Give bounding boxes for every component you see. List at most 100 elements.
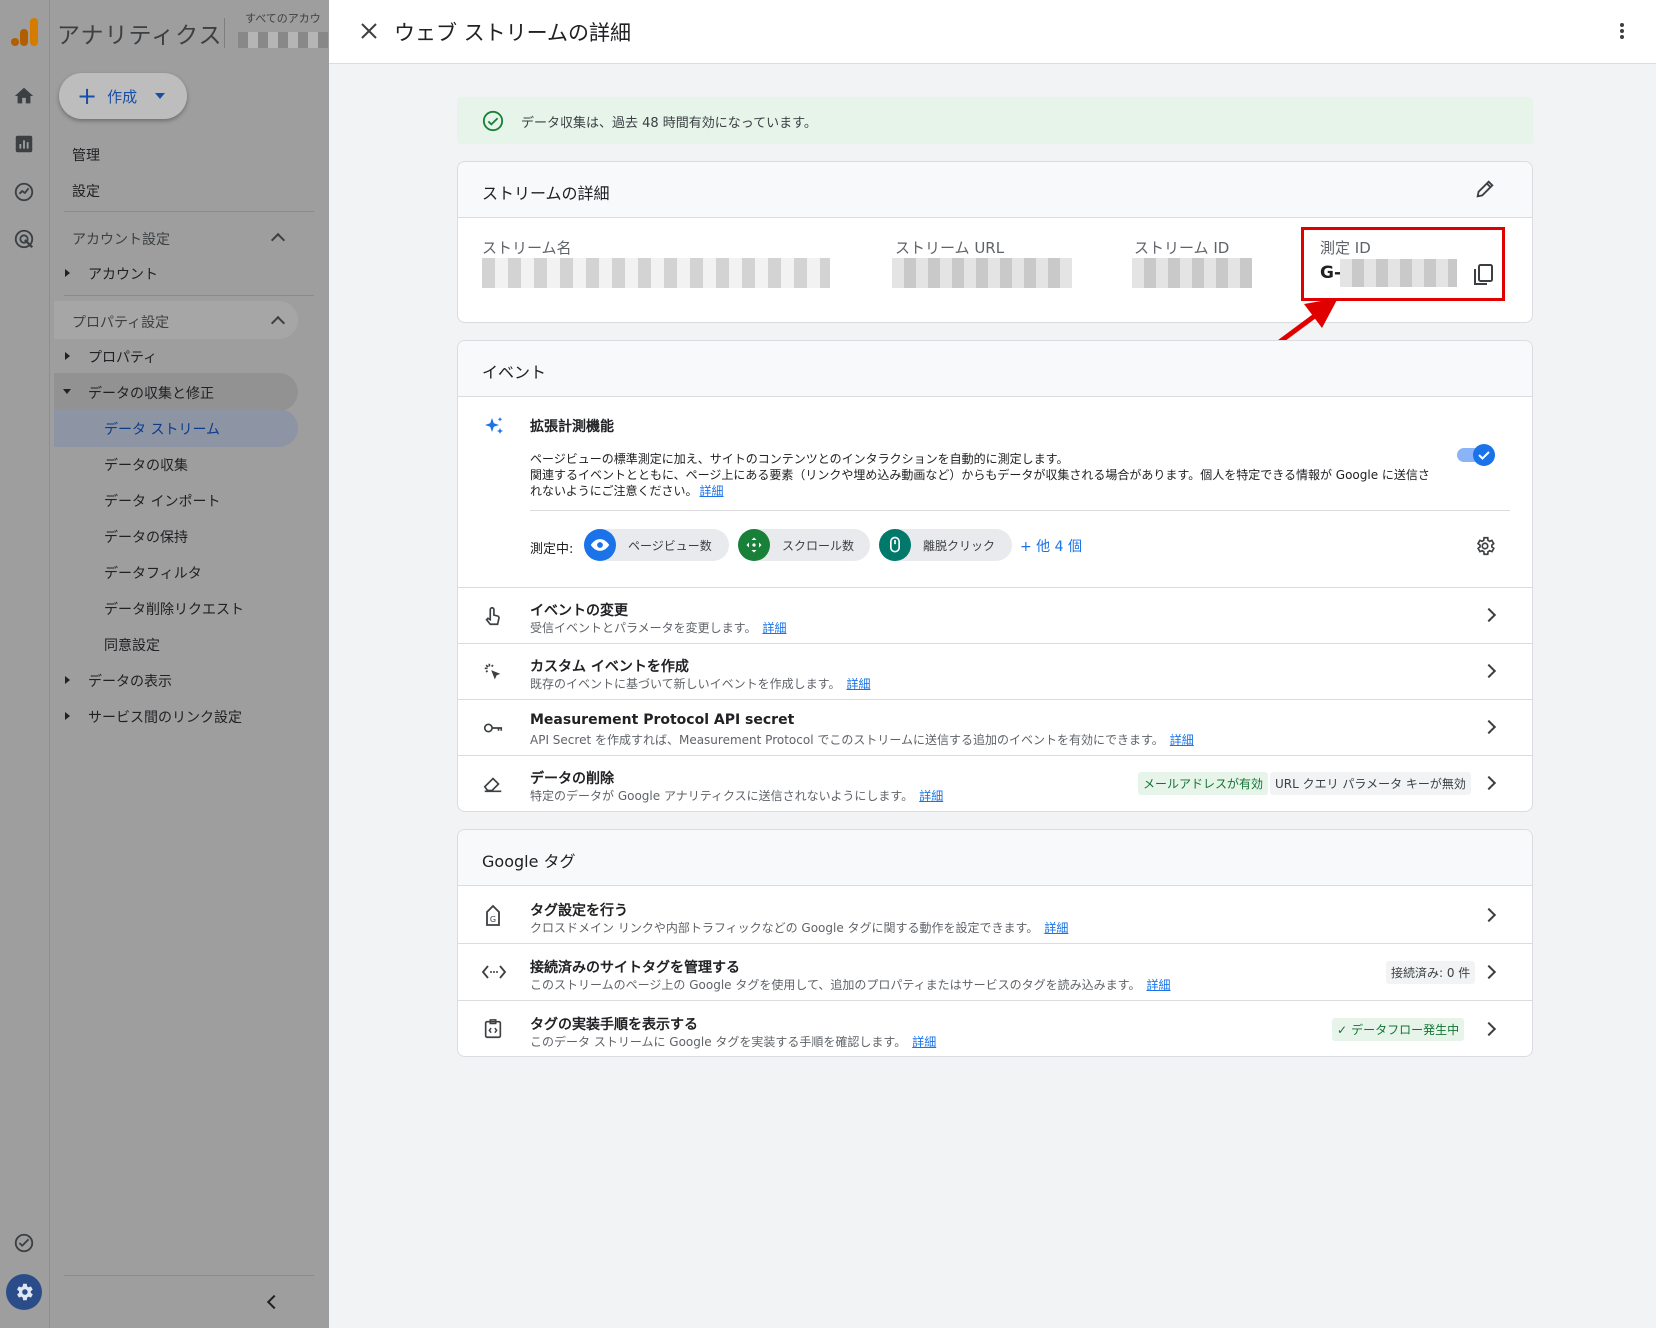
home-icon[interactable] [13, 85, 35, 107]
nav-settings[interactable]: 設定 [72, 181, 100, 201]
connected-count-badge: 接続済み: 0 件 [1386, 961, 1476, 984]
chevron-right-icon [1481, 607, 1497, 623]
manage-site-tags-link[interactable]: 詳細 [1146, 978, 1170, 992]
view-tag-instructions-desc-text: このデータ ストリームに Google タグを実装する手順を確認します。 [530, 1035, 907, 1049]
collapse-nav-icon[interactable] [266, 1294, 282, 1310]
divider [458, 943, 1532, 944]
eraser-icon [482, 773, 504, 795]
data-flowing-badge-text: データフロー発生中 [1351, 1023, 1460, 1037]
nav-divider [64, 211, 314, 212]
create-custom-event-desc: 既存のイベントに基づいて新しいイベントを作成します。 詳細 [530, 675, 870, 692]
dropdown-arrow-icon [155, 93, 166, 99]
nav-consent-settings[interactable]: 同意設定 [104, 635, 160, 655]
configure-tag-link[interactable]: 詳細 [1044, 921, 1068, 935]
nav-data-filters[interactable]: データフィルタ [104, 563, 202, 583]
divider [458, 643, 1532, 644]
enhanced-learn-more-link[interactable]: 詳細 [700, 484, 724, 498]
app-title: アナリティクス [57, 23, 223, 49]
more-events-link[interactable]: + 他 4 個 [1020, 536, 1082, 556]
chevron-right-icon [1481, 719, 1497, 735]
card-header [458, 162, 1532, 218]
data-redaction-title: データの削除 [530, 771, 614, 787]
data-flowing-badge: ✓ データフロー発生中 [1332, 1018, 1465, 1041]
chevron-right-icon [1481, 775, 1497, 791]
nav-account[interactable]: アカウント [88, 264, 158, 284]
check-circle-icon[interactable] [13, 1232, 35, 1254]
enhanced-measurement-toggle[interactable] [1457, 444, 1495, 466]
expand-arrow-icon [65, 712, 70, 720]
tag-icon: G [482, 904, 504, 928]
key-icon [482, 717, 504, 739]
reports-icon[interactable] [13, 133, 35, 155]
account-picker-label[interactable]: すべてのアカウ [245, 10, 321, 26]
view-tag-instructions-link[interactable]: 詳細 [912, 1035, 936, 1049]
chevron-right-icon [1481, 663, 1497, 679]
edit-pencil-icon[interactable] [1474, 178, 1496, 200]
modify-events-link[interactable]: 詳細 [762, 621, 786, 635]
nav-service-links[interactable]: サービス間のリンク設定 [88, 707, 242, 727]
nav-admin[interactable]: 管理 [72, 145, 100, 165]
account-settings-header: アカウント設定 [72, 232, 170, 248]
nav-data-collection[interactable]: データの収集 [104, 455, 188, 475]
chip-scrolls[interactable]: スクロール数 [738, 529, 870, 561]
analytics-logo-icon [10, 16, 40, 48]
settings-gear-icon[interactable] [1474, 535, 1496, 557]
nav-data-retention[interactable]: データの保持 [104, 527, 188, 547]
create-custom-event-title: カスタム イベントを作成 [530, 659, 689, 675]
enhanced-desc-line3: れないようにご注意ください。 [530, 484, 698, 498]
svg-text:G: G [490, 915, 496, 924]
enhanced-desc-line1: ページビューの標準測定に加え、サイトのコンテンツとのインタラクションを自動的に測… [530, 452, 1069, 466]
data-redaction-link[interactable]: 詳細 [919, 789, 943, 803]
modify-events-title: イベントの変更 [530, 603, 628, 619]
card-header [458, 341, 1532, 397]
chip-pageviews-label: ページビュー数 [628, 538, 712, 553]
expand-arrow-icon [65, 352, 70, 360]
divider [458, 755, 1532, 756]
data-redaction-desc-text: 特定のデータが Google アナリティクスに送信されないようにします。 [530, 789, 914, 803]
header-divider [224, 18, 225, 48]
measurement-protocol-link[interactable]: 詳細 [1170, 733, 1194, 747]
checkmark-icon: ✓ [1337, 1023, 1348, 1037]
toggle-check-icon [1473, 444, 1495, 466]
eye-icon [584, 529, 616, 561]
advertising-icon[interactable] [13, 228, 35, 250]
admin-gear-icon[interactable] [6, 1274, 42, 1310]
nav-data-display[interactable]: データの表示 [88, 671, 172, 691]
property-settings-header: プロパティ設定 [72, 315, 170, 331]
code-icon [482, 962, 506, 982]
sparkle-icon [482, 415, 506, 439]
email-redaction-badge: メールアドレスが有効 [1138, 772, 1269, 795]
chip-outbound-clicks[interactable]: 離脱クリック [879, 529, 1012, 561]
more-options-icon[interactable] [1619, 22, 1625, 40]
nav-data-streams[interactable]: データ ストリーム [104, 419, 220, 439]
nav-property[interactable]: プロパティ [88, 347, 157, 367]
create-custom-event-desc-text: 既存のイベントに基づいて新しいイベントを作成します。 [530, 677, 841, 691]
nav-divider [64, 295, 314, 296]
close-icon[interactable] [360, 22, 378, 40]
chip-pageviews[interactable]: ページビュー数 [584, 529, 729, 561]
google-tag-title: Google タグ [482, 852, 576, 871]
url-redaction-badge: URL クエリ パラメータ キーが無効 [1270, 772, 1471, 795]
click-cursor-icon [482, 661, 504, 683]
chevron-right-icon [1481, 1021, 1497, 1037]
stream-id-value-redacted [1132, 258, 1252, 288]
panel-header: ウェブ ストリームの詳細 [329, 0, 1656, 64]
view-tag-instructions-title: タグの実装手順を表示する [530, 1017, 698, 1033]
nav-data-import[interactable]: データ インポート [104, 491, 220, 511]
modify-events-desc: 受信イベントとパラメータを変更します。 詳細 [530, 619, 786, 636]
create-button[interactable]: + 作成 [59, 73, 187, 119]
explore-icon[interactable] [13, 181, 35, 203]
banner-text: データ収集は、過去 48 時間有効になっています。 [521, 116, 817, 131]
create-custom-event-link[interactable]: 詳細 [846, 677, 870, 691]
nav-data-deletion-requests[interactable]: データ削除リクエスト [104, 599, 244, 619]
measurement-protocol-title: Measurement Protocol API secret [530, 712, 795, 728]
stream-details-title: ストリームの詳細 [482, 184, 610, 203]
manage-site-tags-title: 接続済みのサイトタグを管理する [530, 960, 740, 976]
configure-tag-desc: クロスドメイン リンクや内部トラフィックなどの Google タグに関する動作を… [530, 919, 1068, 936]
chip-outbound-clicks-label: 離脱クリック [923, 538, 996, 553]
account-name-redacted[interactable] [238, 32, 328, 48]
divider [458, 587, 1532, 588]
manage-site-tags-desc: このストリームのページ上の Google タグを使用して、追加のプロパティまたは… [530, 976, 1171, 993]
collapse-arrow-icon [63, 389, 71, 394]
stream-name-label: ストリーム名 [482, 239, 572, 257]
